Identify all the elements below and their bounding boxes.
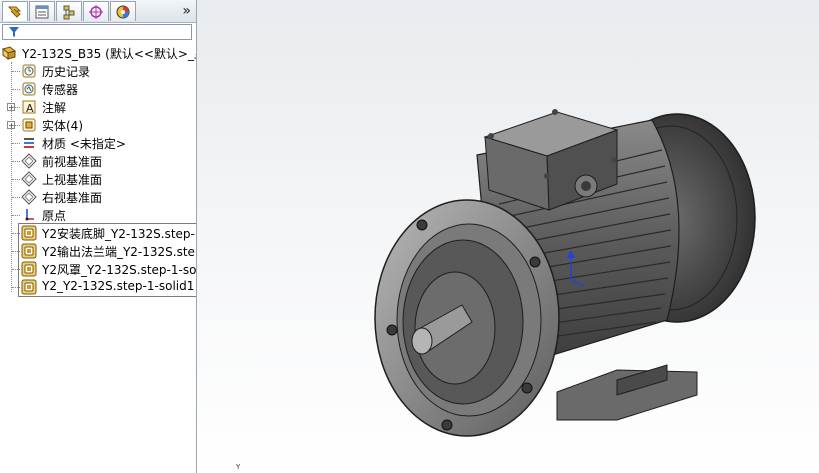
material-icon — [21, 135, 37, 151]
tree-filter-field[interactable] — [2, 24, 192, 40]
panel-tab-bar: » — [0, 0, 196, 23]
tree-item[interactable]: + A 注解 — [0, 98, 196, 116]
annotation-icon: A — [21, 99, 37, 115]
tree-item-label: 原点 — [42, 209, 67, 223]
expand-toggle-icon[interactable]: + — [7, 103, 15, 112]
plane-icon — [21, 153, 37, 169]
tree-item-label: 实体(4) — [42, 119, 83, 133]
plane-icon — [21, 189, 37, 205]
tree-item-label: 注解 — [42, 101, 67, 115]
tree-item-label: 传感器 — [42, 83, 79, 97]
history-icon — [21, 63, 37, 79]
solid-bodies-icon — [21, 117, 37, 133]
display-manager-icon — [116, 5, 130, 18]
sensor-icon — [21, 81, 37, 97]
tree-item-label: 历史记录 — [42, 65, 91, 79]
property-manager-icon — [35, 5, 49, 18]
tree-item[interactable]: 历史记录 — [0, 62, 196, 80]
graphics-area[interactable]: Y — [197, 0, 819, 473]
tree-item[interactable]: 传感器 — [0, 80, 196, 98]
display-manager-tab[interactable] — [110, 1, 136, 21]
tree-item[interactable]: 右视基准面 — [0, 188, 196, 206]
tree-item-label: 材质 <未指定> — [42, 137, 126, 151]
plane-icon — [21, 171, 37, 187]
tree-root-label: Y2-132S_B35 (默认<<默认>_显 — [22, 47, 197, 61]
tree-item-label: 前视基准面 — [42, 155, 103, 169]
tree-item[interactable]: 原点 — [0, 206, 196, 224]
svg-text:A: A — [26, 102, 34, 115]
tree-item[interactable]: 上视基准面 — [0, 170, 196, 188]
part-icon — [2, 45, 18, 61]
selected-bodies-outline — [18, 223, 196, 297]
dimxpert-icon — [89, 4, 103, 19]
more-tabs-button[interactable]: » — [182, 1, 191, 21]
feature-manager-icon — [7, 6, 22, 18]
expand-toggle-icon[interactable]: + — [7, 121, 15, 130]
filter-icon — [9, 27, 19, 37]
tree-item[interactable]: 材质 <未指定> — [0, 134, 196, 152]
tree-root-part[interactable]: Y2-132S_B35 (默认<<默认>_显 — [0, 44, 196, 62]
tree-item[interactable]: 前视基准面 — [0, 152, 196, 170]
origin-icon — [21, 207, 37, 223]
tree-item-label: 上视基准面 — [42, 173, 103, 187]
tree-item-label: 右视基准面 — [42, 191, 103, 205]
feature-manager-tab[interactable] — [2, 1, 28, 21]
dimxpert-tab[interactable] — [83, 1, 109, 21]
property-manager-tab[interactable] — [29, 1, 55, 21]
configuration-manager-tab[interactable] — [56, 1, 82, 21]
feature-manager-panel: » Y2-132S_B35 (默认<<默认>_显 历史记录传感器 + A 注解 + 实体(… — [0, 0, 197, 473]
motor-model-view[interactable] — [197, 0, 819, 473]
configuration-manager-icon — [63, 5, 75, 19]
view-axis-label: Y — [236, 463, 241, 471]
tree-item[interactable]: + 实体(4) — [0, 116, 196, 134]
